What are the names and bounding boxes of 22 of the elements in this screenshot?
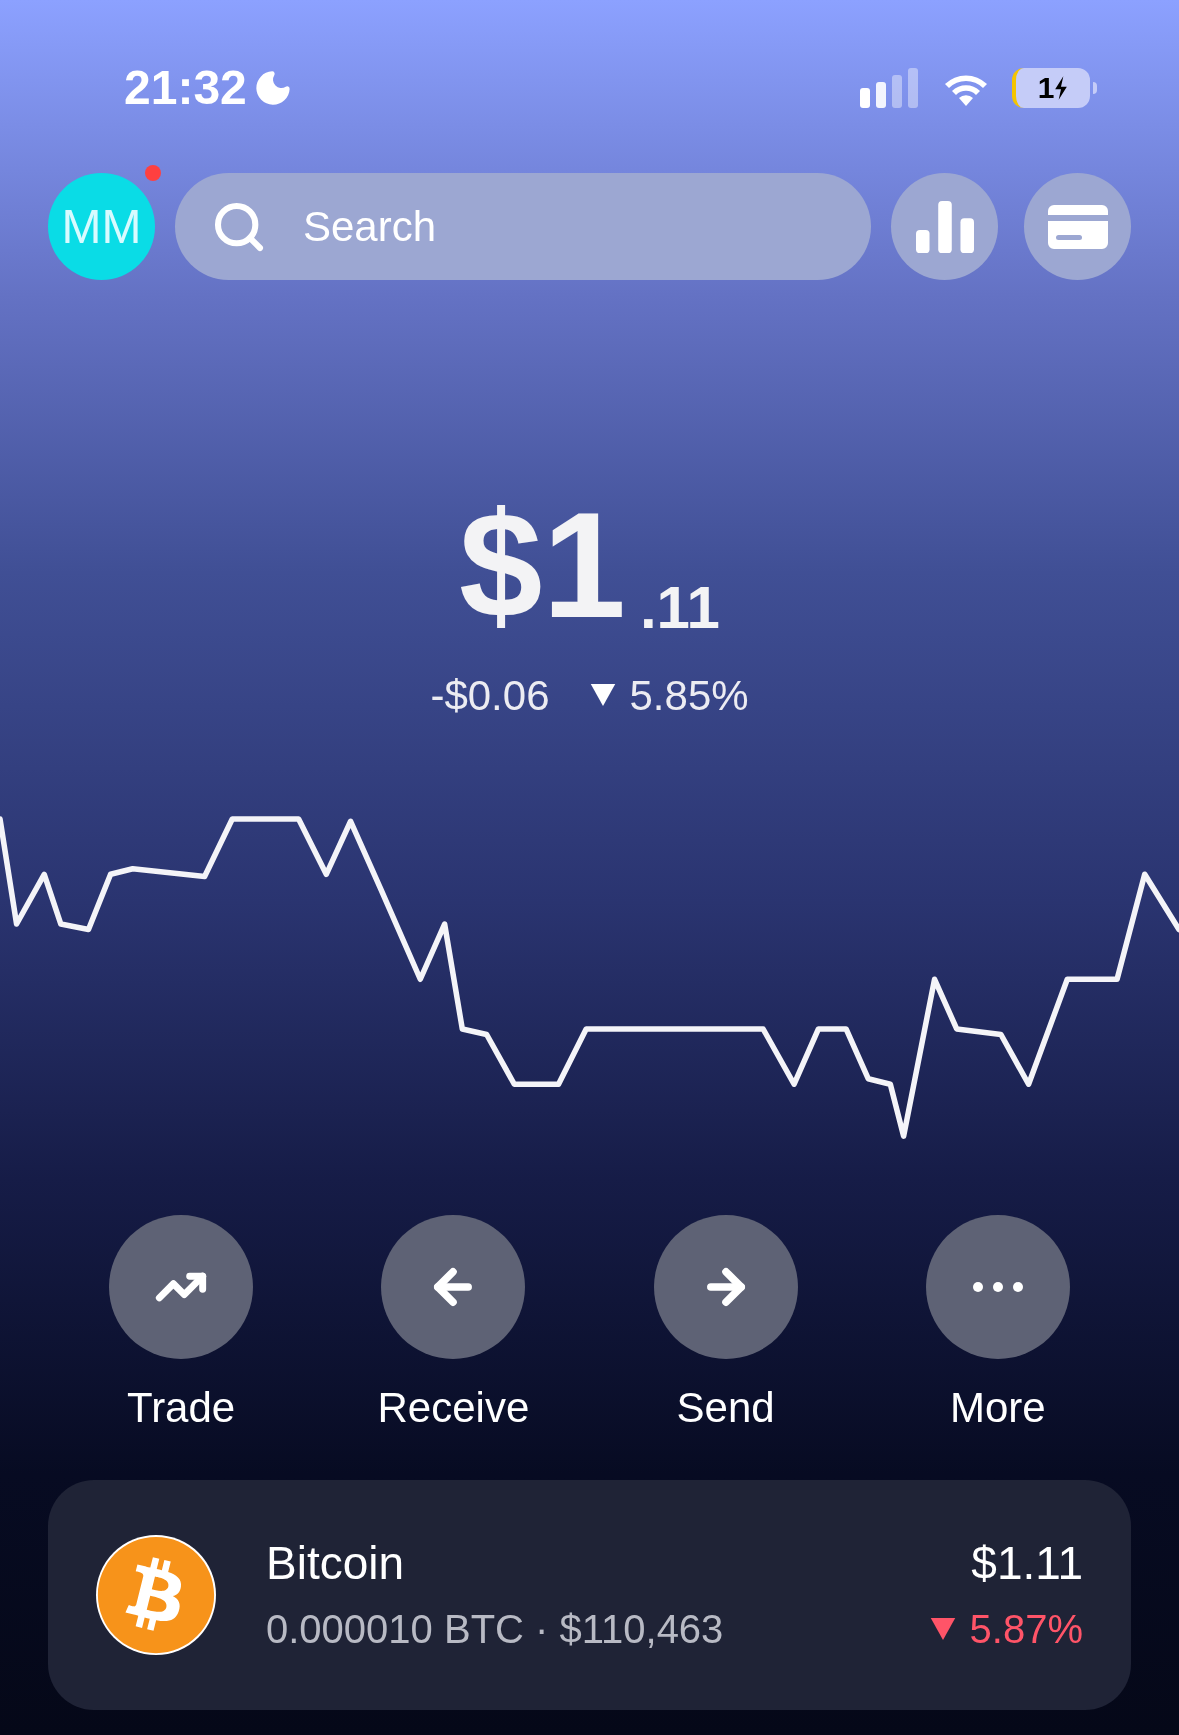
asset-value: $1.11 (971, 1536, 1083, 1590)
signal-icon (860, 68, 920, 108)
asset-name: Bitcoin (266, 1536, 406, 1590)
battery-level: 1 (1037, 73, 1055, 103)
credit-card-icon (1047, 204, 1108, 249)
search-input[interactable]: Search (303, 195, 703, 258)
asset-change: 5.87% (969, 1606, 1083, 1653)
balance-cents: .11 (639, 578, 720, 638)
action-label: Send (676, 1383, 775, 1433)
balance-amount: $1 (459, 490, 626, 640)
action-label: Trade (127, 1383, 236, 1433)
change-percent: 5.85% (629, 670, 749, 721)
more-icon (972, 1282, 1023, 1292)
action-label: Receive (377, 1383, 530, 1433)
status-time: 21:32 (124, 60, 247, 116)
asset-holding: 0.000010 BTC · $110,463 (266, 1606, 725, 1653)
action-label: More (950, 1383, 1046, 1433)
asset-card[interactable]: Bitcoin 0.000010 BTC · $110,463 $1.11 5.87% (48, 1480, 1131, 1710)
change-amount: -$0.06 (430, 670, 550, 721)
bolt-icon (1054, 76, 1069, 100)
bar-chart-icon (915, 199, 974, 254)
search-field[interactable]: Search (175, 173, 871, 280)
